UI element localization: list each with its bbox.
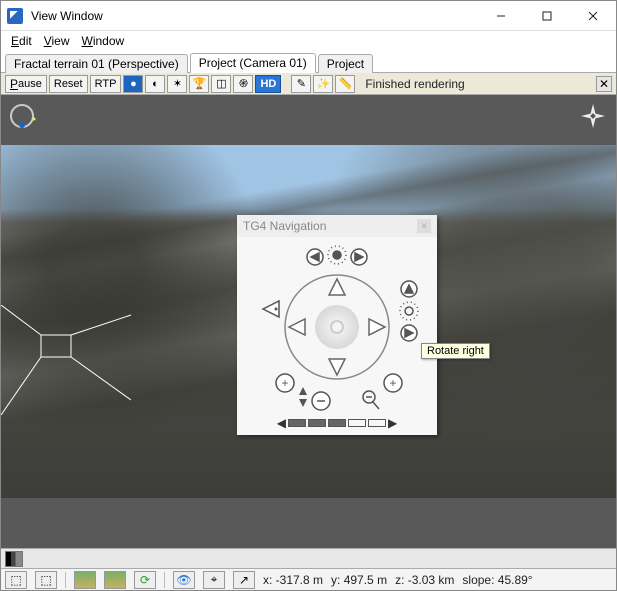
menu-window[interactable]: Window bbox=[78, 33, 129, 49]
render-status: Finished rendering bbox=[365, 77, 464, 91]
coord-z: z: -3.03 km bbox=[395, 573, 454, 587]
svg-text:+: + bbox=[281, 376, 288, 390]
histogram-bar bbox=[1, 548, 616, 568]
speed-cell[interactable] bbox=[368, 419, 386, 427]
speed-cell[interactable] bbox=[328, 419, 346, 427]
nav-move-left[interactable] bbox=[289, 319, 305, 335]
layer-1-icon[interactable] bbox=[74, 571, 96, 589]
tooltip: Rotate right bbox=[421, 343, 490, 359]
speed-cell[interactable] bbox=[348, 419, 366, 427]
nav-title: TG4 Navigation bbox=[243, 219, 326, 233]
sphere-icon[interactable]: ◐ bbox=[145, 75, 165, 93]
globe-icon[interactable]: ● bbox=[123, 75, 143, 93]
tab-fractal-terrain[interactable]: Fractal terrain 01 (Perspective) bbox=[5, 54, 188, 73]
maximize-button[interactable] bbox=[524, 1, 570, 31]
nav-reset-heading-icon[interactable] bbox=[263, 301, 279, 317]
stars-icon[interactable]: ✶ bbox=[167, 75, 187, 93]
speed-cell[interactable] bbox=[308, 419, 326, 427]
reset-button[interactable]: Reset bbox=[49, 75, 88, 93]
arrow-tool-icon[interactable]: ↗ bbox=[233, 571, 255, 589]
nav-magnify-icon[interactable] bbox=[363, 391, 379, 409]
speed-decrease-icon[interactable]: ◀ bbox=[277, 416, 286, 430]
nav-move-right[interactable] bbox=[369, 319, 385, 335]
svg-text:+: + bbox=[389, 376, 396, 390]
menu-view[interactable]: View bbox=[40, 33, 74, 49]
title-bar: View Window bbox=[1, 1, 616, 31]
compass-icon[interactable] bbox=[580, 103, 606, 132]
status-bar: ⬚ ⬚ ⟳ 👁 ⌖ ↗ x: -317.8 m y: 497.5 m z: -3… bbox=[1, 568, 616, 590]
close-button[interactable] bbox=[570, 1, 616, 31]
tab-project-camera[interactable]: Project (Camera 01) bbox=[190, 53, 316, 73]
sun-icon[interactable] bbox=[328, 246, 346, 264]
nav-move-back[interactable] bbox=[329, 359, 345, 375]
render-toolbar: Pause Reset RTP ● ◐ ✶ 🏆 ◫ ֍ HD ✎ ✨ 📏 Fin… bbox=[1, 73, 616, 95]
wand-icon[interactable]: ✨ bbox=[313, 75, 333, 93]
toolbar-close-icon[interactable]: ✕ bbox=[596, 76, 612, 92]
swirl-icon[interactable]: ֍ bbox=[233, 75, 253, 93]
refresh-icon[interactable]: ⟳ bbox=[134, 571, 156, 589]
nav-speed-bar[interactable]: ◀ ▶ bbox=[237, 413, 437, 433]
coord-y: y: 497.5 m bbox=[331, 573, 387, 587]
camera-wireframe bbox=[1, 305, 131, 415]
terrain-preset-1-icon[interactable]: ⬚ bbox=[5, 571, 27, 589]
viewport[interactable]: TG4 Navigation × bbox=[1, 95, 616, 548]
eye-icon[interactable]: 👁 bbox=[173, 571, 195, 589]
speed-cell[interactable] bbox=[288, 419, 306, 427]
hd-button[interactable]: HD bbox=[255, 75, 281, 93]
nav-close-icon[interactable]: × bbox=[417, 219, 431, 233]
navigation-widget[interactable]: TG4 Navigation × bbox=[237, 215, 437, 435]
nav-vertical-icon[interactable] bbox=[299, 387, 307, 407]
pause-button[interactable]: Pause bbox=[5, 75, 47, 93]
tab-project[interactable]: Project bbox=[318, 54, 373, 73]
layer-2-icon[interactable] bbox=[104, 571, 126, 589]
minimize-button[interactable] bbox=[478, 1, 524, 31]
speed-increase-icon[interactable]: ▶ bbox=[388, 416, 397, 430]
crop-icon[interactable]: ⌖ bbox=[203, 571, 225, 589]
nav-gear-icon[interactable] bbox=[400, 302, 418, 320]
bracket-icon[interactable]: ◫ bbox=[211, 75, 231, 93]
brush-icon[interactable]: ✎ bbox=[291, 75, 311, 93]
nav-header[interactable]: TG4 Navigation × bbox=[237, 215, 437, 237]
orientation-gizmo[interactable] bbox=[7, 101, 37, 134]
ruler-icon[interactable]: 📏 bbox=[335, 75, 355, 93]
trophy-icon[interactable]: 🏆 bbox=[189, 75, 209, 93]
nav-move-forward[interactable] bbox=[329, 279, 345, 295]
tab-row: Fractal terrain 01 (Perspective) Project… bbox=[1, 51, 616, 73]
rtp-button[interactable]: RTP bbox=[90, 75, 122, 93]
menu-edit[interactable]: Edit bbox=[7, 33, 36, 49]
nav-body: + + bbox=[237, 237, 437, 413]
coord-x: x: -317.8 m bbox=[263, 573, 323, 587]
coord-slope: slope: 45.89° bbox=[462, 573, 532, 587]
window-title: View Window bbox=[31, 9, 103, 23]
menu-bar: Edit View Window bbox=[1, 31, 616, 51]
app-icon bbox=[7, 8, 23, 24]
histogram-icon[interactable] bbox=[5, 551, 23, 567]
terrain-preset-2-icon[interactable]: ⬚ bbox=[35, 571, 57, 589]
